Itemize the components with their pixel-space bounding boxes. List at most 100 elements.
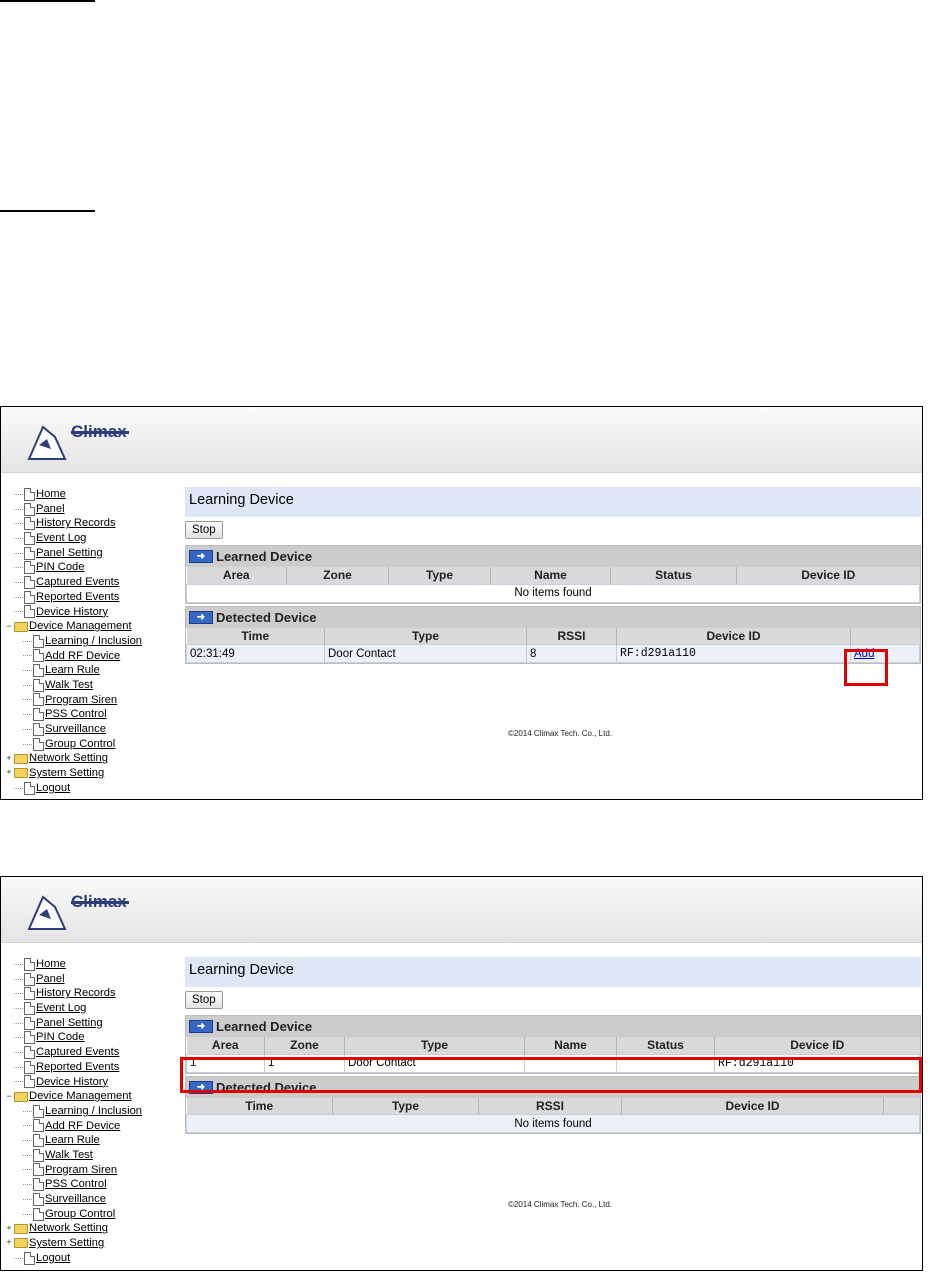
detected-device-title: Detected Device (216, 609, 317, 625)
sidebar-item-pin-code[interactable]: PIN Code (5, 1030, 175, 1045)
sidebar-item-system-setting[interactable]: + System Setting (5, 766, 175, 781)
page-icon (24, 781, 35, 795)
sidebar-item-label: Event Log (36, 1002, 87, 1015)
tree-connector (23, 714, 32, 716)
sidebar-item-device-management[interactable]: − Device Management (5, 619, 175, 634)
sidebar-item-history-records[interactable]: History Records (5, 986, 175, 1001)
tree-line-icon (5, 534, 13, 542)
sidebar-item-add-rf-device[interactable]: Add RF Device (5, 649, 175, 664)
sidebar-item-add-rf-device[interactable]: Add RF Device (5, 1119, 175, 1134)
sidebar-item-group-control[interactable]: Group Control (5, 1207, 175, 1222)
expand-icon[interactable]: + (5, 1238, 13, 1247)
learned-device-title: Learned Device (216, 549, 313, 564)
expand-icon[interactable]: + (5, 768, 13, 777)
arrow-right-icon: ➜ (189, 550, 213, 563)
sidebar-item-network-setting[interactable]: + Network Setting (5, 751, 175, 766)
sidebar-item-network-setting[interactable]: + Network Setting (5, 1221, 175, 1236)
tree-connector (14, 1081, 23, 1083)
sidebar-item-learn-rule[interactable]: Learn Rule (5, 663, 175, 678)
sidebar-item-group-control[interactable]: Group Control (5, 737, 175, 752)
page-icon (24, 1060, 35, 1074)
sidebar-item-device-history[interactable]: Device History (5, 1075, 175, 1090)
tree-line-icon (5, 1034, 13, 1042)
tree-connector (14, 1022, 23, 1024)
sidebar-item-panel-setting[interactable]: Panel Setting (5, 546, 175, 561)
cell-rssi: 8 (526, 644, 617, 663)
tree-line-icon (5, 1063, 13, 1071)
page-icon (24, 1251, 35, 1265)
sidebar-item-pin-code[interactable]: PIN Code (5, 560, 175, 575)
tree-line-icon (5, 1004, 13, 1012)
col-name: Name (524, 1037, 617, 1054)
sidebar-item-learning-inclusion[interactable]: Learning / Inclusion (5, 1104, 175, 1119)
tree-connector (23, 1169, 32, 1171)
tree-line-icon (5, 990, 13, 998)
copyright-footer: ©2014 Climax Tech. Co., Ltd. (508, 1200, 613, 1209)
col-type: Type (324, 627, 527, 645)
sidebar-item-event-log[interactable]: Event Log (5, 1001, 175, 1016)
sidebar-item-panel[interactable]: Panel (5, 502, 175, 517)
col-device-id: Device ID (616, 627, 851, 645)
col-device-id: Device ID (714, 1037, 920, 1054)
tree-connector (14, 552, 23, 554)
sidebar-item-label: Group Control (45, 1207, 116, 1220)
page-icon (24, 972, 35, 986)
sidebar-item-label: Captured Events (36, 576, 120, 589)
tree-connector (23, 1140, 32, 1142)
sidebar-item-device-management[interactable]: − Device Management (5, 1089, 175, 1104)
sidebar-item-pss-control[interactable]: PSS Control (5, 1177, 175, 1192)
sidebar-item-pss-control[interactable]: PSS Control (5, 707, 175, 722)
sidebar-item-captured-events[interactable]: Captured Events (5, 575, 175, 590)
sidebar-item-logout[interactable]: Logout (5, 781, 175, 796)
page-icon (33, 708, 44, 722)
col-type: Type (344, 1037, 525, 1054)
tree-line-icon (5, 960, 13, 968)
sidebar-item-device-history[interactable]: Device History (5, 605, 175, 620)
cell-time: 02:31:49 (186, 644, 325, 663)
sidebar-item-history-records[interactable]: History Records (5, 516, 175, 531)
tree-connector (23, 1198, 32, 1200)
page-icon (33, 1163, 44, 1177)
tree-connector (23, 743, 32, 745)
sidebar-item-logout[interactable]: Logout (5, 1251, 175, 1266)
stop-button[interactable]: Stop (185, 991, 223, 1009)
tree-line-icon (5, 1078, 13, 1086)
expand-icon[interactable]: + (5, 1223, 13, 1233)
sidebar-item-learn-rule[interactable]: Learn Rule (5, 1133, 175, 1148)
tree-line-icon (5, 608, 13, 616)
sidebar-item-program-siren[interactable]: Program Siren (5, 693, 175, 708)
sidebar-item-panel-setting[interactable]: Panel Setting (5, 1016, 175, 1031)
sidebar-item-label: PIN Code (36, 1031, 85, 1044)
tree-connector (14, 1037, 23, 1039)
sidebar-item-panel[interactable]: Panel (5, 972, 175, 987)
collapse-icon[interactable]: − (5, 1091, 13, 1101)
sidebar-item-label: Learn Rule (45, 664, 100, 677)
tree-connector (14, 567, 23, 569)
sidebar-item-system-setting[interactable]: + System Setting (5, 1236, 175, 1251)
sidebar-tree: Home Panel History Records Event Log Panel S… (5, 957, 175, 1265)
sidebar-item-walk-test[interactable]: Walk Test (5, 1148, 175, 1163)
page-icon (24, 575, 35, 589)
sidebar-item-reported-events[interactable]: Reported Events (5, 590, 175, 605)
tree-connector (23, 728, 32, 730)
sidebar-item-learning-inclusion[interactable]: Learning / Inclusion (5, 634, 175, 649)
sidebar-item-event-log[interactable]: Event Log (5, 531, 175, 546)
sidebar-item-surveillance[interactable]: Surveillance (5, 722, 175, 737)
sidebar-item-program-siren[interactable]: Program Siren (5, 1163, 175, 1178)
tree-connector (14, 581, 23, 583)
sidebar-item-label: Surveillance (45, 1193, 106, 1205)
sidebar-item-captured-events[interactable]: Captured Events (5, 1045, 175, 1060)
tree-connector (14, 1066, 23, 1068)
collapse-icon[interactable]: − (5, 621, 13, 631)
sidebar-item-home[interactable]: Home (5, 487, 175, 502)
tree-line-icon (5, 549, 13, 557)
sidebar-item-reported-events[interactable]: Reported Events (5, 1060, 175, 1075)
sidebar-item-label: Reported Events (36, 590, 120, 603)
learned-device-header: ➜ Learned Device (186, 546, 920, 567)
stop-button[interactable]: Stop (185, 521, 223, 539)
sidebar-item-home[interactable]: Home (5, 957, 175, 972)
expand-icon[interactable]: + (5, 753, 13, 763)
sidebar-item-surveillance[interactable]: Surveillance (5, 1192, 175, 1207)
tree-connector (14, 1007, 23, 1009)
sidebar-item-walk-test[interactable]: Walk Test (5, 678, 175, 693)
